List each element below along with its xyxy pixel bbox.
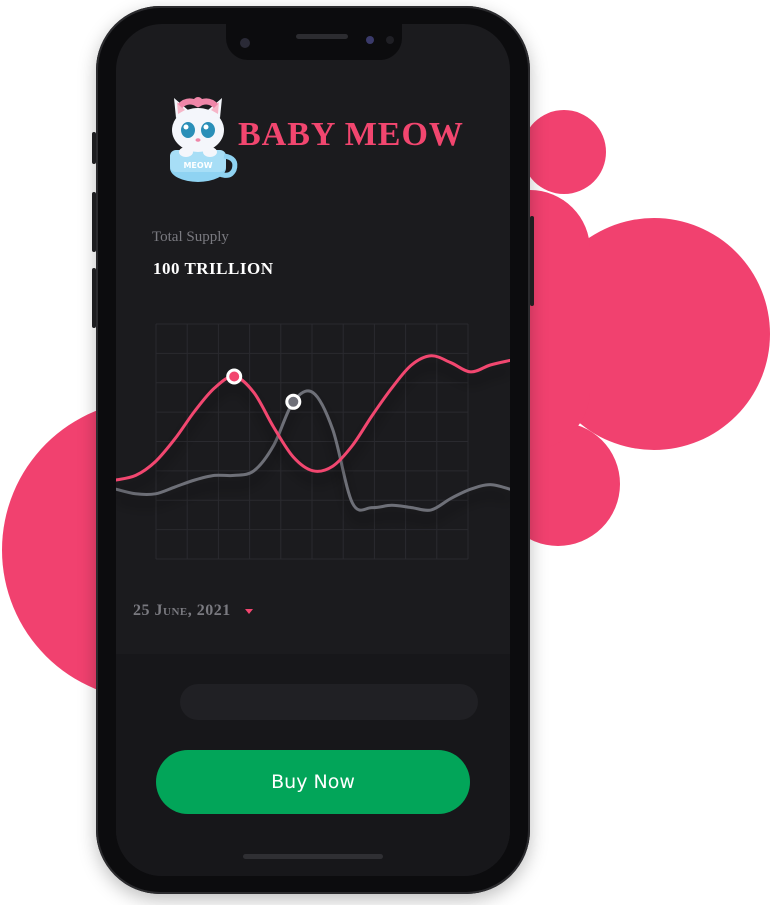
total-supply-label: Total Supply xyxy=(152,229,229,245)
front-camera-icon xyxy=(240,38,250,48)
sensor-icon xyxy=(366,36,374,44)
sensor-dot-icon xyxy=(386,36,394,44)
brand-title: BABY MEOW xyxy=(238,116,464,153)
dropdown-caret-icon xyxy=(244,608,253,614)
buy-now-button[interactable]: Buy Now xyxy=(156,750,470,814)
placeholder-bar xyxy=(180,684,478,720)
baby-meow-logo: MEOW xyxy=(170,97,238,182)
series-line-1 xyxy=(116,354,510,482)
chart-markers xyxy=(226,368,302,410)
home-indicator xyxy=(243,854,383,859)
phone-power-button xyxy=(530,216,534,306)
date-selector[interactable]: 25 June, 2021 xyxy=(133,602,253,620)
series-line-2 xyxy=(116,389,510,512)
phone-notch xyxy=(226,24,402,60)
logo-text: MEOW xyxy=(183,161,212,170)
phone-side-button xyxy=(92,132,96,164)
selected-date: 25 June, 2021 xyxy=(133,602,231,619)
data-point-marker-1[interactable] xyxy=(226,368,243,385)
price-chart xyxy=(116,323,510,560)
speaker-grille xyxy=(296,34,348,39)
phone-volume-up xyxy=(92,192,96,252)
chart-series-layer xyxy=(116,354,510,512)
total-supply-value: 100 TRILLION xyxy=(153,259,274,278)
phone-volume-down xyxy=(92,268,96,328)
decor-blob-small xyxy=(522,110,606,194)
data-point-marker-2[interactable] xyxy=(285,393,302,410)
phone-frame: MEOW BABY MEOW Total Supply 100 TRILLION… xyxy=(92,6,534,894)
app-screen: MEOW BABY MEOW Total Supply 100 TRILLION… xyxy=(116,24,510,876)
